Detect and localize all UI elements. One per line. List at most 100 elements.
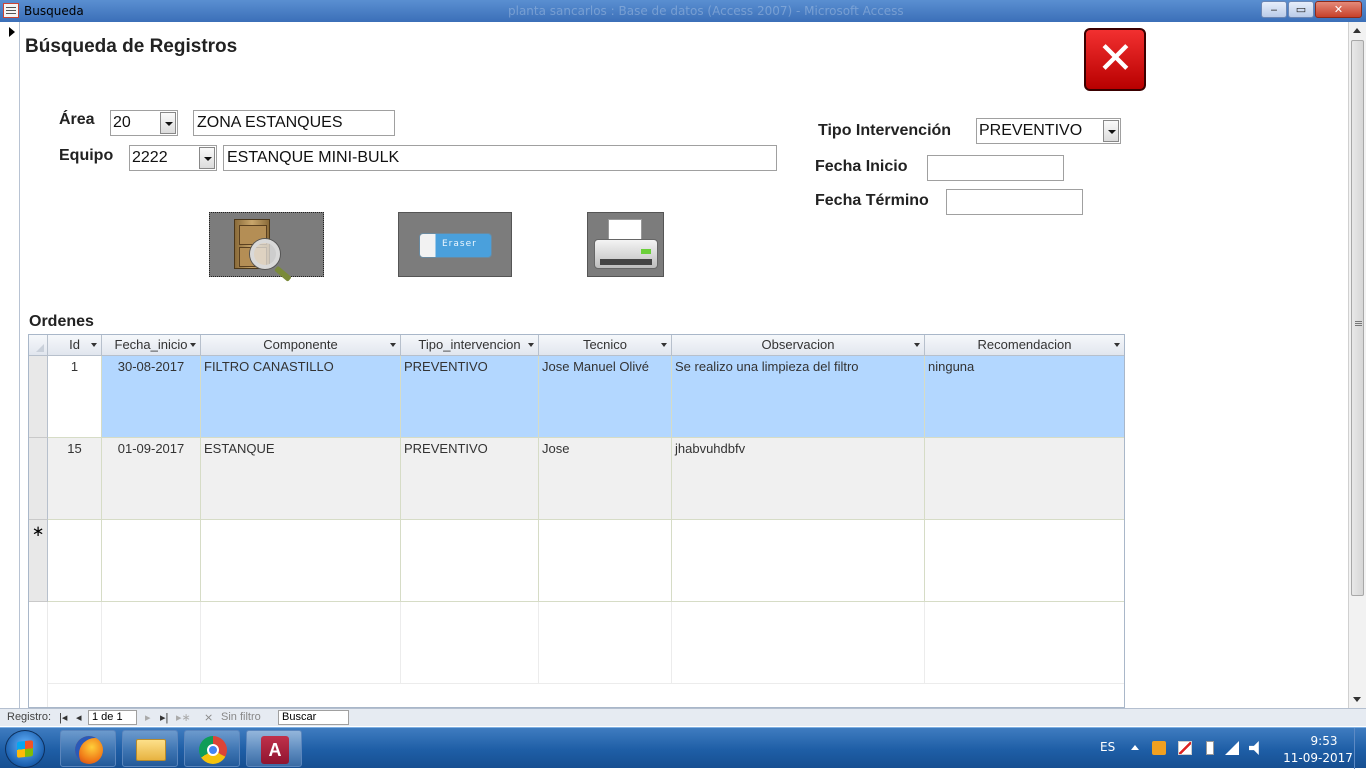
new-record-marker: ∗ — [29, 520, 48, 602]
next-record-icon[interactable]: ▸ — [145, 711, 151, 724]
start-button[interactable] — [5, 730, 45, 768]
cell-observacion[interactable]: Se realizo una limpieza del filtro — [672, 356, 925, 438]
first-record-icon[interactable]: |◂ — [59, 711, 67, 724]
chevron-down-icon[interactable] — [91, 343, 97, 347]
taskbar-firefox[interactable] — [60, 730, 116, 767]
vertical-scrollbar[interactable] — [1348, 22, 1366, 708]
taskbar-chrome[interactable] — [184, 730, 240, 767]
column-header-tipo-intervencion[interactable]: Tipo_intervencion — [401, 335, 539, 356]
search-form: Búsqueda de Registros ✕ Área 20 ZONA EST… — [20, 22, 1348, 708]
battery-icon[interactable] — [1206, 741, 1214, 755]
cell-fecha-inicio[interactable]: 01-09-2017 — [102, 438, 201, 520]
clock-time[interactable]: 9:53 — [1294, 734, 1354, 748]
network-icon[interactable] — [1225, 741, 1239, 755]
area-combo[interactable]: 20 — [110, 110, 178, 136]
chevron-down-icon[interactable] — [661, 343, 667, 347]
orders-datasheet[interactable]: Id Fecha_inicio Componente Tipo_interven… — [28, 334, 1125, 708]
language-indicator[interactable]: ES — [1100, 740, 1115, 754]
cell-fecha-inicio[interactable]: 30-08-2017 — [102, 356, 201, 438]
taskbar-explorer[interactable] — [122, 730, 178, 767]
cell-fecha-inicio[interactable] — [102, 520, 201, 602]
column-header-observacion[interactable]: Observacion — [672, 335, 925, 356]
printer-paper — [608, 219, 642, 241]
action-center-icon[interactable] — [1178, 741, 1192, 755]
chrome-icon — [199, 736, 227, 764]
print-button[interactable] — [587, 212, 664, 277]
row-selector[interactable] — [29, 356, 48, 438]
orders-section-label: Ordenes — [29, 313, 94, 330]
filter-status[interactable]: Sin filtro — [221, 711, 261, 723]
cell-id[interactable]: 1 — [48, 356, 102, 438]
empty-cell — [925, 602, 1124, 684]
show-desktop-button[interactable] — [1354, 728, 1366, 769]
cell-componente[interactable]: ESTANQUE — [201, 438, 401, 520]
last-record-icon[interactable]: ▸| — [160, 711, 168, 724]
chevron-down-icon[interactable] — [160, 112, 176, 134]
show-hidden-icons-icon[interactable] — [1131, 745, 1139, 750]
column-header-tecnico[interactable]: Tecnico — [539, 335, 672, 356]
fecha-termino-label: Fecha Término — [815, 192, 929, 209]
eraser-text: Eraser — [442, 239, 477, 249]
cell-componente[interactable] — [201, 520, 401, 602]
taskbar-access[interactable]: A — [246, 730, 302, 767]
close-form-button[interactable]: ✕ — [1084, 28, 1146, 91]
empty-cell — [539, 602, 672, 684]
cell-tecnico[interactable] — [539, 520, 672, 602]
cell-tipo-intervencion[interactable] — [401, 520, 539, 602]
chevron-down-icon[interactable] — [914, 343, 920, 347]
scroll-down-icon[interactable] — [1349, 691, 1366, 708]
minimize-button[interactable]: ‒ — [1261, 1, 1287, 18]
current-record-arrow-icon — [9, 27, 15, 37]
record-selector-strip[interactable] — [0, 22, 20, 708]
window-title: Busqueda — [24, 4, 84, 18]
select-all-corner[interactable] — [29, 335, 48, 356]
area-name-field[interactable]: ZONA ESTANQUES — [193, 110, 395, 136]
cell-observacion[interactable]: jhabvuhdbfv — [672, 438, 925, 520]
tray-app-icon[interactable] — [1152, 741, 1166, 755]
cell-recomendacion[interactable] — [925, 520, 1124, 602]
filter-icon[interactable]: ⨯ — [204, 711, 213, 724]
equipo-name-field[interactable]: ESTANQUE MINI-BULK — [223, 145, 777, 171]
scrollbar-thumb[interactable] — [1351, 40, 1364, 596]
chevron-down-icon[interactable] — [1114, 343, 1120, 347]
maximize-button[interactable]: ▭ — [1288, 1, 1314, 18]
magnifier-icon — [250, 239, 280, 269]
search-button[interactable] — [209, 212, 324, 282]
row-selector[interactable] — [29, 438, 48, 520]
cell-tipo-intervencion[interactable]: PREVENTIVO — [401, 356, 539, 438]
column-header-recomendacion[interactable]: Recomendacion — [925, 335, 1124, 356]
chevron-down-icon[interactable] — [390, 343, 396, 347]
chevron-down-icon[interactable] — [528, 343, 534, 347]
cell-id[interactable] — [48, 520, 102, 602]
tipo-intervencion-combo[interactable]: PREVENTIVO — [976, 118, 1121, 144]
cell-tecnico[interactable]: Jose — [539, 438, 672, 520]
column-header-fecha-inicio[interactable]: Fecha_inicio — [102, 335, 201, 356]
chevron-down-icon[interactable] — [190, 343, 196, 347]
cell-recomendacion[interactable] — [925, 438, 1124, 520]
clear-button[interactable]: Eraser — [398, 212, 512, 277]
cell-componente[interactable]: FILTRO CANASTILLO — [201, 356, 401, 438]
cell-tipo-intervencion[interactable]: PREVENTIVO — [401, 438, 539, 520]
chevron-down-icon[interactable] — [1103, 120, 1119, 142]
magnifier-handle — [274, 265, 292, 282]
tipo-intervencion-label: Tipo Intervención — [818, 122, 952, 139]
cell-recomendacion[interactable]: ninguna — [925, 356, 1124, 438]
search-input[interactable]: Buscar — [278, 710, 349, 725]
new-record-icon[interactable]: ▸∗ — [176, 711, 191, 724]
clock-date[interactable]: 11-09-2017 — [1278, 751, 1358, 765]
volume-icon[interactable] — [1249, 741, 1259, 755]
fecha-termino-field[interactable] — [946, 189, 1083, 215]
column-header-componente[interactable]: Componente — [201, 335, 401, 356]
fecha-inicio-field[interactable] — [927, 155, 1064, 181]
window-close-button[interactable]: ✕ — [1315, 1, 1362, 18]
chevron-down-icon[interactable] — [199, 147, 215, 169]
cell-id[interactable]: 15 — [48, 438, 102, 520]
cell-tecnico[interactable]: Jose Manuel Olivé — [539, 356, 672, 438]
scroll-up-icon[interactable] — [1349, 22, 1366, 39]
cell-observacion[interactable] — [672, 520, 925, 602]
equipo-code-value: 2222 — [132, 149, 168, 166]
equipo-combo[interactable]: 2222 — [129, 145, 217, 171]
current-record-field[interactable]: 1 de 1 — [88, 710, 137, 725]
column-header-id[interactable]: Id — [48, 335, 102, 356]
previous-record-icon[interactable]: ◂ — [76, 711, 82, 724]
